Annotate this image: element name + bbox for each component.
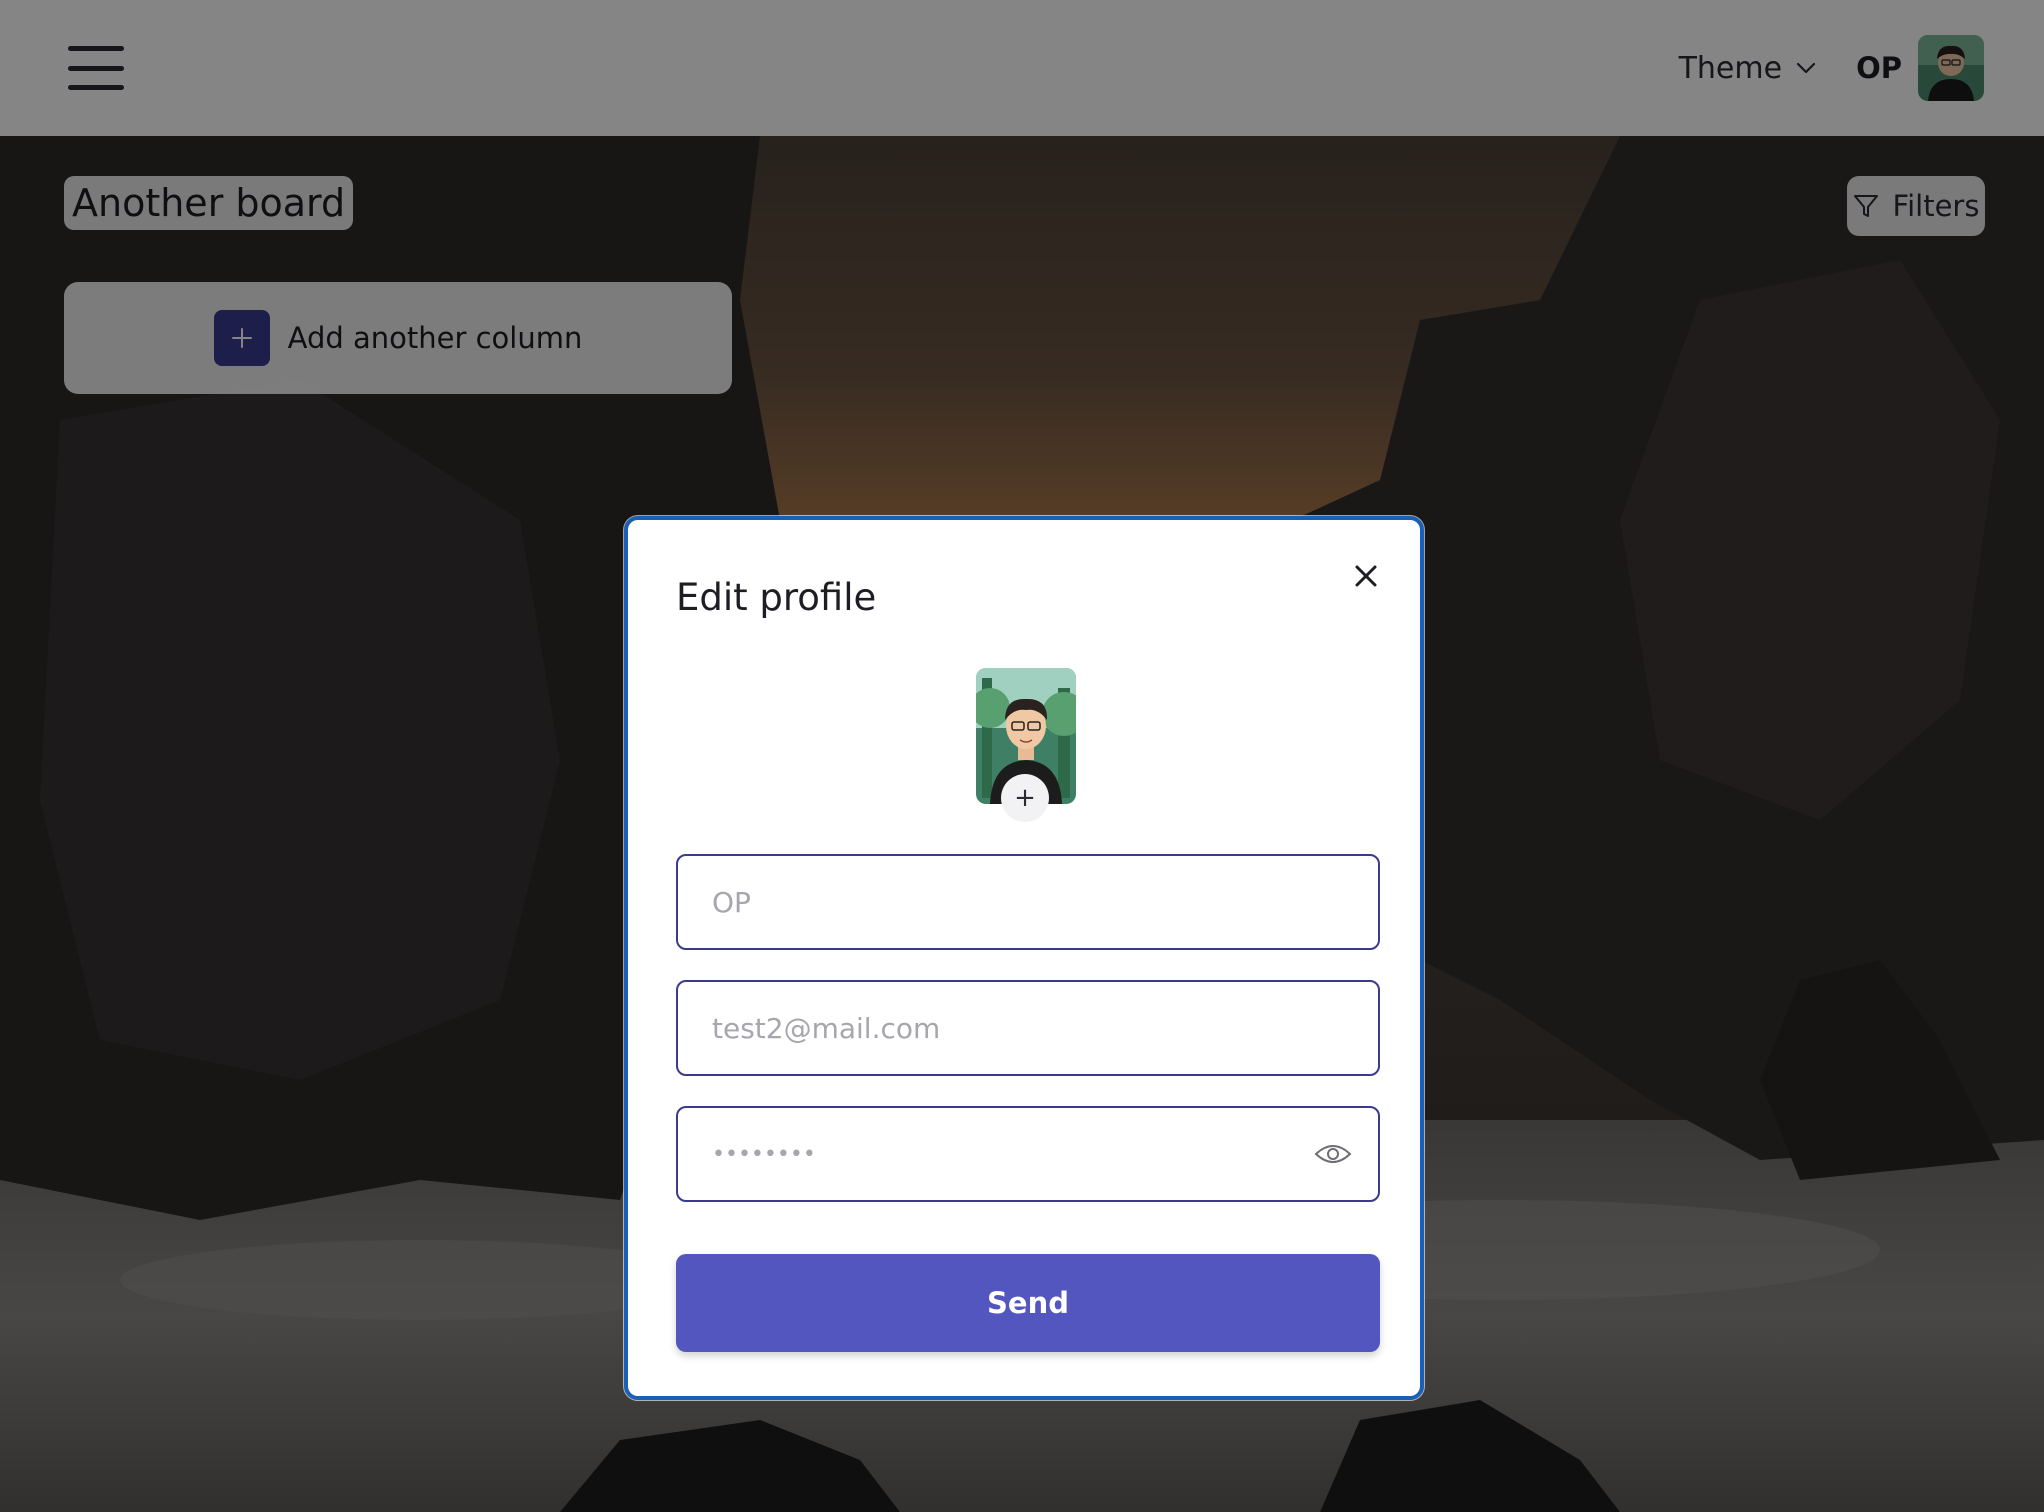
profile-avatar: ····· + <box>976 668 1076 822</box>
password-input[interactable] <box>712 1108 1312 1200</box>
modal-title: Edit profile <box>676 576 877 619</box>
email-input[interactable] <box>712 982 1312 1074</box>
name-input[interactable] <box>712 856 1312 948</box>
edit-profile-modal: Edit profile ····· <box>624 516 1424 1400</box>
password-field-container <box>676 1106 1380 1202</box>
eye-icon[interactable] <box>1314 1138 1352 1170</box>
upload-avatar-button[interactable]: + <box>1001 774 1049 822</box>
close-icon[interactable] <box>1348 558 1384 594</box>
name-field-container <box>676 854 1380 950</box>
send-button[interactable]: Send <box>676 1254 1380 1352</box>
email-field-container <box>676 980 1380 1076</box>
